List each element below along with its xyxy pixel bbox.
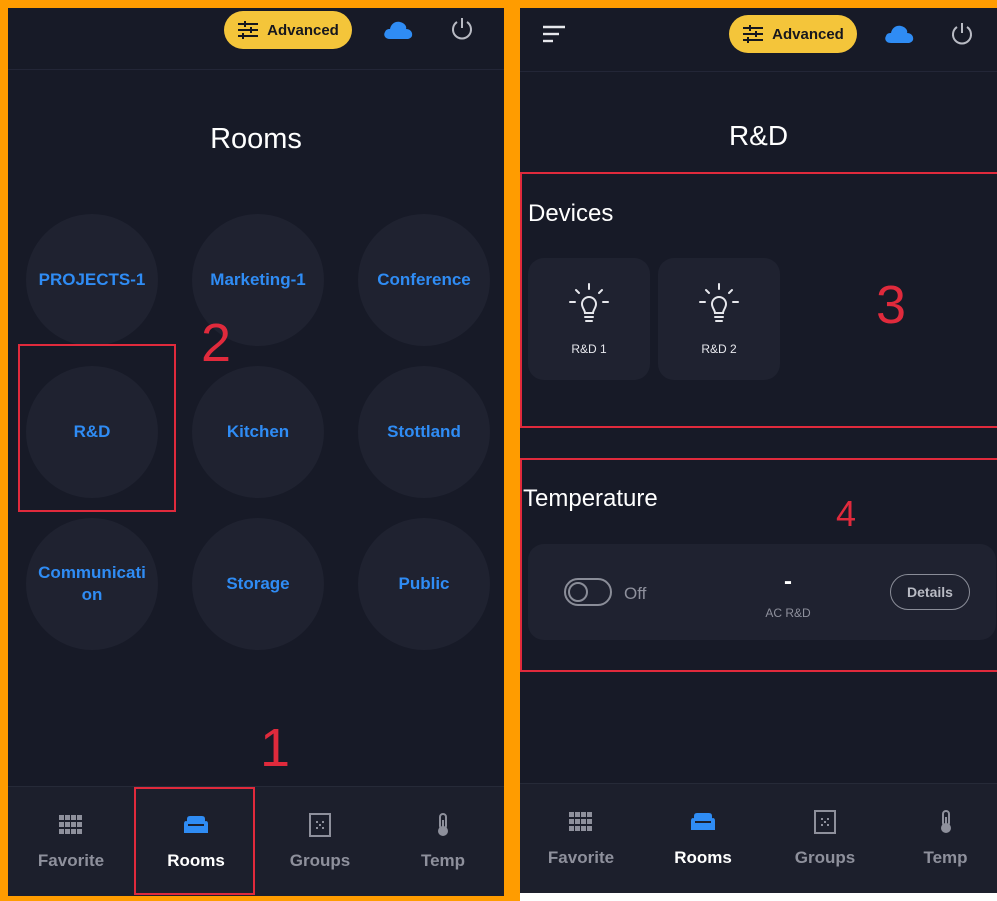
menu-icon[interactable] xyxy=(542,24,566,44)
nav-temp[interactable]: Temp xyxy=(886,784,997,894)
page-title: R&D xyxy=(728,120,789,151)
annotation-box-room xyxy=(18,344,176,512)
sofa-icon xyxy=(691,813,715,830)
nav-label: Temp xyxy=(923,848,968,867)
grid-icon xyxy=(569,812,592,831)
sliders-icon xyxy=(238,21,259,39)
annotation-box-devices xyxy=(520,172,997,428)
annotation-number-1: 1 xyxy=(260,718,291,778)
cloud-icon[interactable] xyxy=(383,20,413,40)
sliders-icon xyxy=(743,25,764,43)
page-title: Rooms xyxy=(210,123,302,155)
room-stottland[interactable]: Stottland xyxy=(358,366,490,498)
top-bar: Advanced xyxy=(8,8,504,70)
groups-icon xyxy=(814,810,836,834)
advanced-button[interactable]: Advanced xyxy=(224,11,352,49)
nav-label: Groups xyxy=(794,848,856,867)
nav-favorite[interactable]: Favorite xyxy=(520,784,642,894)
bottom-nav: Favorite Rooms Groups Temp xyxy=(520,783,997,893)
nav-label: Temp xyxy=(420,851,466,870)
nav-label: Groups xyxy=(289,851,351,870)
cloud-icon[interactable] xyxy=(884,24,914,44)
thermometer-icon xyxy=(438,813,448,836)
nav-groups[interactable]: Groups xyxy=(764,784,886,894)
top-bar: Advanced xyxy=(520,8,997,72)
advanced-label: Advanced xyxy=(772,25,844,43)
room-conference[interactable]: Conference xyxy=(358,214,490,346)
room-public[interactable]: Public xyxy=(358,518,490,650)
nav-label: Favorite xyxy=(547,848,615,867)
groups-icon xyxy=(309,813,331,837)
room-storage[interactable]: Storage xyxy=(192,518,324,650)
nav-rooms[interactable]: Rooms xyxy=(642,784,764,894)
rooms-screen: Advanced Rooms PROJECTS-1 Marketing-1 Co… xyxy=(0,0,512,901)
advanced-button[interactable]: Advanced xyxy=(729,15,857,53)
bottom-margin xyxy=(520,893,997,901)
grid-icon xyxy=(59,815,82,834)
nav-favorite[interactable]: Favorite xyxy=(8,787,134,896)
nav-label: Rooms xyxy=(674,848,732,867)
annotation-number-4: 4 xyxy=(836,493,857,534)
room-kitchen[interactable]: Kitchen xyxy=(192,366,324,498)
thermometer-icon xyxy=(940,810,951,833)
annotation-box-temperature xyxy=(520,458,997,672)
nav-label: Favorite xyxy=(37,851,105,870)
annotation-box-nav xyxy=(134,787,255,895)
annotation-number-2: 2 xyxy=(201,313,232,373)
power-icon[interactable] xyxy=(950,22,974,46)
nav-temp[interactable]: Temp xyxy=(382,787,504,896)
room-projects-1[interactable]: PROJECTS-1 xyxy=(26,214,158,346)
nav-groups[interactable]: Groups xyxy=(258,787,382,896)
bottom-nav: Favorite Rooms Groups Temp xyxy=(8,786,504,896)
advanced-label: Advanced xyxy=(267,21,339,39)
annotation-number-3: 3 xyxy=(876,275,907,335)
room-communication[interactable]: Communication xyxy=(26,518,158,650)
room-detail-screen: Advanced R&D Devices R&D 1 R&D 2 Tempera… xyxy=(512,0,997,901)
power-icon[interactable] xyxy=(450,17,474,41)
